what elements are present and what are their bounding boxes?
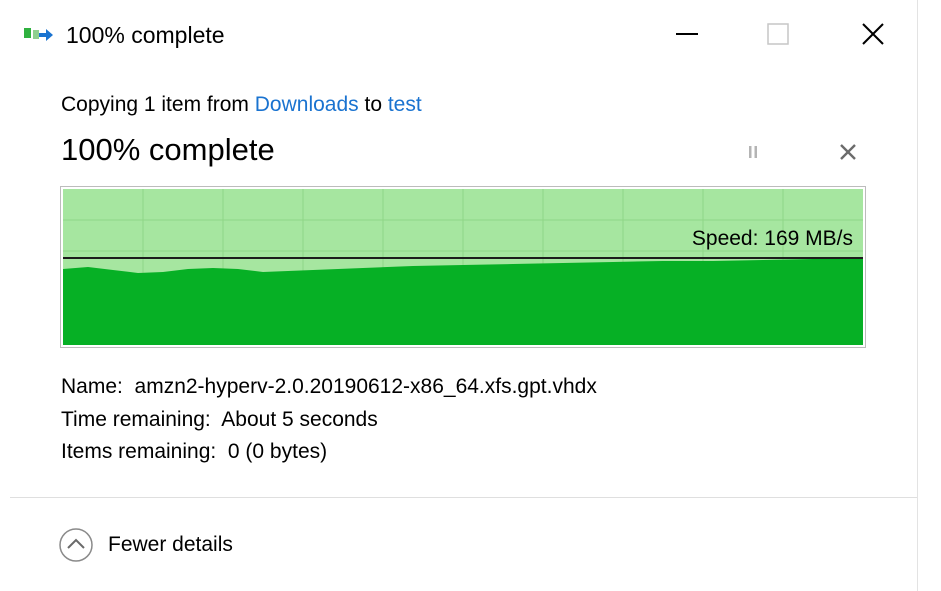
speed-label: Speed: 169 MB/s: [691, 227, 853, 250]
items-remaining-value: 0 (0 bytes): [227, 440, 328, 463]
copy-progress-dialog: 100% complete Copying 1 item from Downlo…: [0, 0, 941, 591]
destination-folder-link[interactable]: test: [388, 93, 422, 116]
maximize-icon: [767, 23, 789, 45]
window-edge: [917, 0, 918, 591]
minimize-icon: [676, 33, 698, 35]
transfer-details: Name: amzn2-hyperv-2.0.20190612-x86_64.x…: [61, 371, 597, 469]
footer-divider: [10, 497, 917, 498]
name-value: amzn2-hyperv-2.0.20190612-x86_64.xfs.gpt…: [134, 375, 597, 398]
cancel-icon: [840, 144, 856, 160]
fewer-details-button[interactable]: Fewer details: [58, 526, 233, 564]
source-folder-link[interactable]: Downloads: [255, 93, 359, 116]
close-button[interactable]: [848, 14, 898, 54]
speed-history-fill: [63, 259, 863, 345]
minimize-button[interactable]: [662, 14, 712, 54]
maximize-button[interactable]: [753, 14, 803, 54]
cancel-button[interactable]: [833, 138, 863, 166]
fewer-details-label: Fewer details: [108, 533, 233, 556]
items-remaining-row: Items remaining: 0 (0 bytes): [61, 436, 597, 469]
items-remaining-label: Items remaining:: [61, 440, 217, 463]
name-label: Name:: [61, 375, 123, 398]
pause-icon: [749, 146, 757, 158]
speed-graph-canvas: [63, 189, 863, 345]
close-icon: [862, 23, 884, 45]
operation-prefix: Copying 1 item from: [61, 93, 255, 116]
time-remaining-row: Time remaining: About 5 seconds: [61, 404, 597, 437]
transfer-speed-graph: Speed: 169 MB/s: [60, 186, 866, 348]
time-remaining-value: About 5 seconds: [221, 407, 378, 431]
name-row: Name: amzn2-hyperv-2.0.20190612-x86_64.x…: [61, 371, 597, 404]
pause-button[interactable]: [738, 138, 768, 166]
title-bar[interactable]: 100% complete: [0, 0, 917, 68]
operation-middle: to: [358, 93, 388, 116]
operation-description: Copying 1 item from Downloads to test: [61, 90, 422, 120]
file-copy-icon: [24, 28, 53, 41]
time-remaining-label: Time remaining:: [61, 407, 211, 431]
progress-heading: 100% complete: [61, 132, 275, 167]
window-title: 100% complete: [66, 22, 225, 48]
chevron-up-circle-icon: [59, 528, 93, 562]
